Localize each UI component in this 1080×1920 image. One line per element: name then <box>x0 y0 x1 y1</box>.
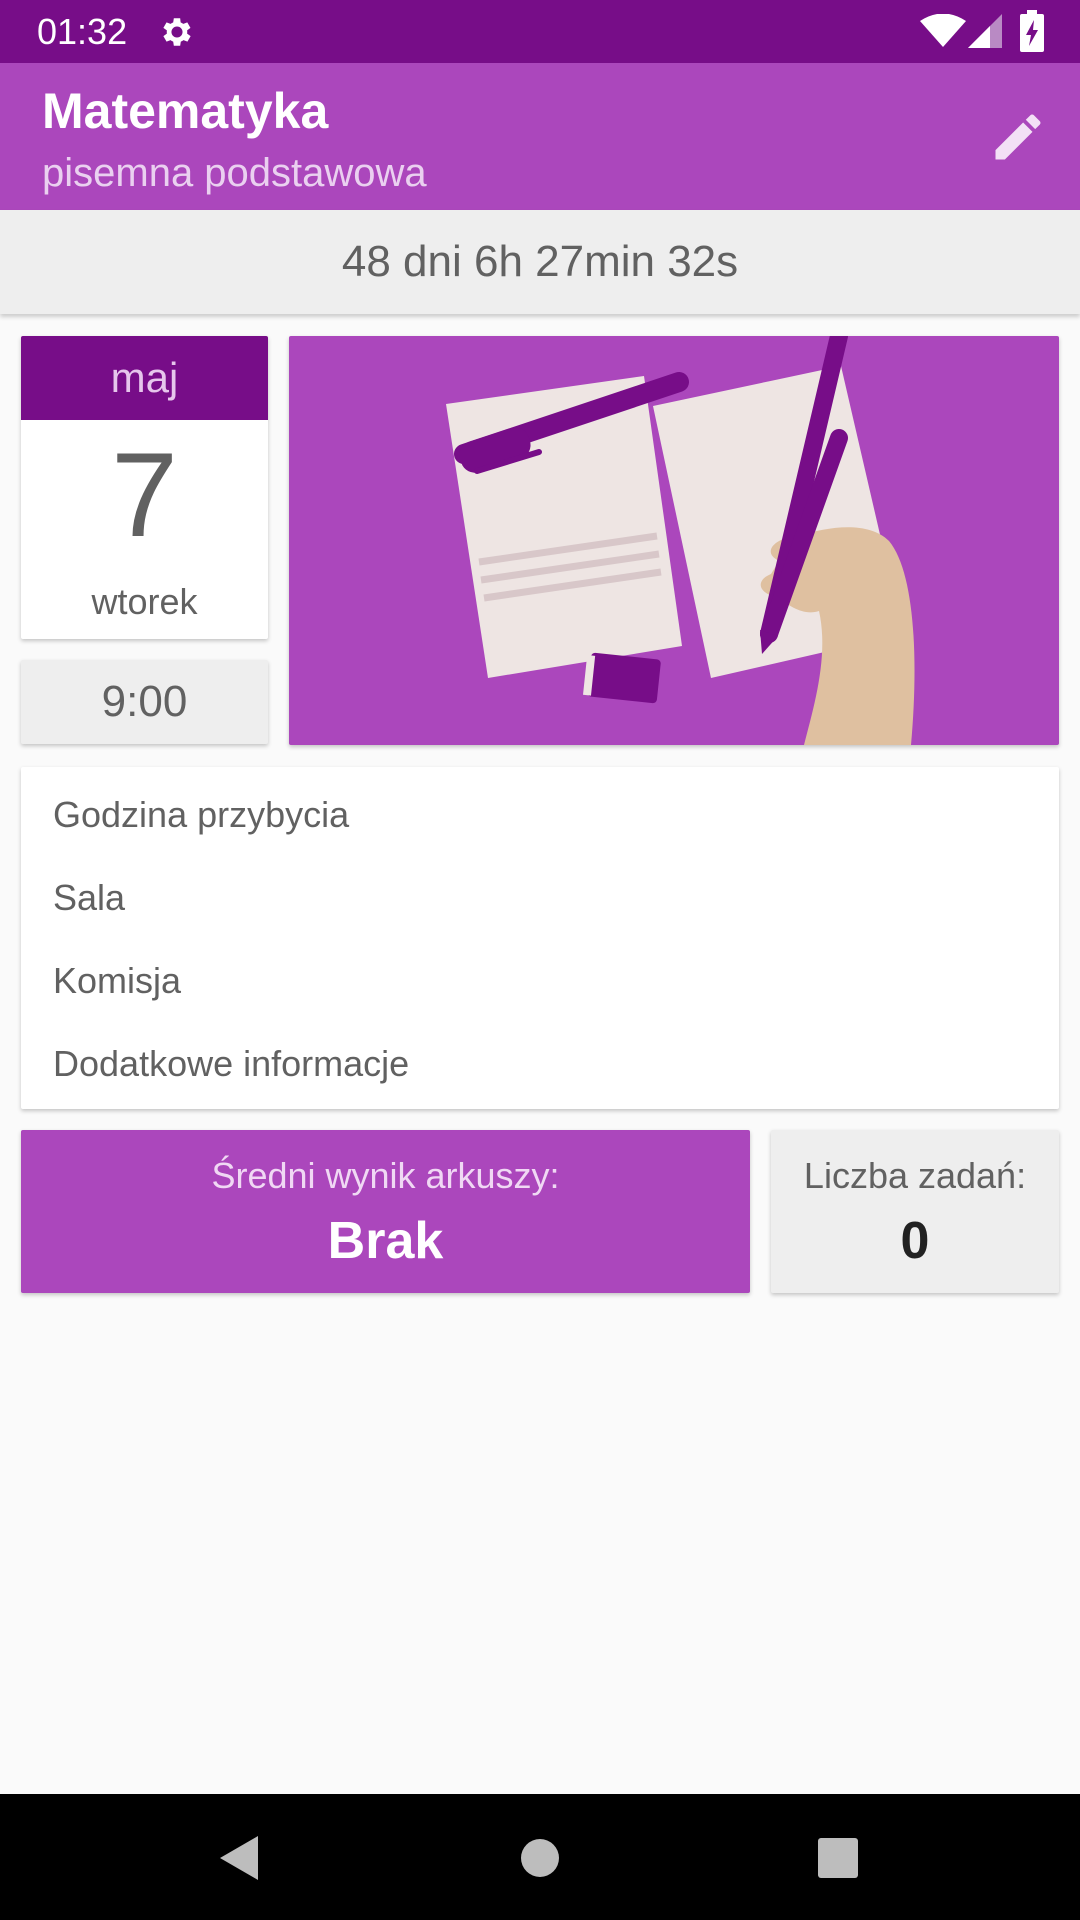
additional-info-item[interactable]: Dodatkowe informacje <box>53 1042 409 1086</box>
average-score-card[interactable]: Średni wynik arkuszy: Brak <box>21 1130 750 1293</box>
app-bar: Matematyka pisemna podstawowa <box>0 63 1080 210</box>
battery-charging-icon <box>1020 10 1044 52</box>
exam-illustration <box>289 336 1059 745</box>
notebook-writing-illustration <box>446 336 915 745</box>
recents-icon[interactable] <box>808 1828 868 1888</box>
exam-time-card: 9:00 <box>21 660 268 744</box>
committee-item[interactable]: Komisja <box>53 959 181 1003</box>
task-count-label: Liczba zadań: <box>803 1155 1027 1196</box>
average-score-label: Średni wynik arkuszy: <box>211 1155 560 1196</box>
exam-details-card: Godzina przybycia Sala Komisja Dodatkowe… <box>21 767 1059 1109</box>
task-count-card[interactable]: Liczba zadań: 0 <box>771 1130 1059 1293</box>
wifi-icon <box>920 14 966 47</box>
countdown-timer: 48 dni 6h 27min 32s <box>0 210 1080 314</box>
signal-icon <box>968 14 1002 48</box>
exam-title: Matematyka <box>42 83 329 139</box>
exam-month: maj <box>21 336 268 420</box>
pencil-icon[interactable] <box>988 107 1048 167</box>
status-time: 01:32 <box>37 11 128 52</box>
navigation-bar <box>0 1794 1080 1920</box>
home-icon[interactable] <box>510 1828 570 1888</box>
exam-date-card: maj 7 wtorek <box>21 336 268 639</box>
back-icon[interactable] <box>208 1828 268 1888</box>
gear-icon <box>163 18 191 46</box>
average-score-value: Brak <box>327 1212 444 1270</box>
exam-subtitle: pisemna podstawowa <box>42 151 427 195</box>
status-bar: 01:32 <box>0 0 1080 63</box>
task-count-value: 0 <box>900 1212 930 1270</box>
arrival-time-item[interactable]: Godzina przybycia <box>53 793 349 837</box>
room-item[interactable]: Sala <box>53 876 125 920</box>
exam-weekday: wtorek <box>91 581 198 622</box>
exam-day: 7 <box>111 428 178 562</box>
